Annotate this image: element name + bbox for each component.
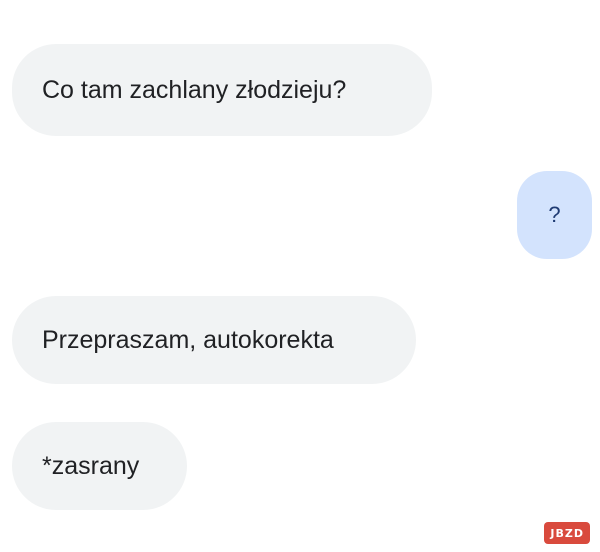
incoming-message-bubble[interactable]: Co tam zachlany złodzieju? bbox=[12, 44, 432, 136]
watermark-text: JBZD bbox=[550, 526, 584, 540]
message-text: ? bbox=[548, 202, 561, 227]
outgoing-message-bubble[interactable]: ? bbox=[517, 171, 592, 259]
incoming-message-bubble[interactable]: Przepraszam, autokorekta bbox=[12, 296, 416, 384]
chat-thread: Co tam zachlany złodzieju? ? Przepraszam… bbox=[0, 0, 600, 552]
jbzd-watermark-logo: JBZD bbox=[544, 522, 590, 544]
message-text: Przepraszam, autokorekta bbox=[42, 325, 334, 354]
message-text: *zasrany bbox=[42, 451, 140, 480]
incoming-message-bubble[interactable]: *zasrany bbox=[12, 422, 187, 510]
message-text: Co tam zachlany złodzieju? bbox=[42, 75, 347, 104]
